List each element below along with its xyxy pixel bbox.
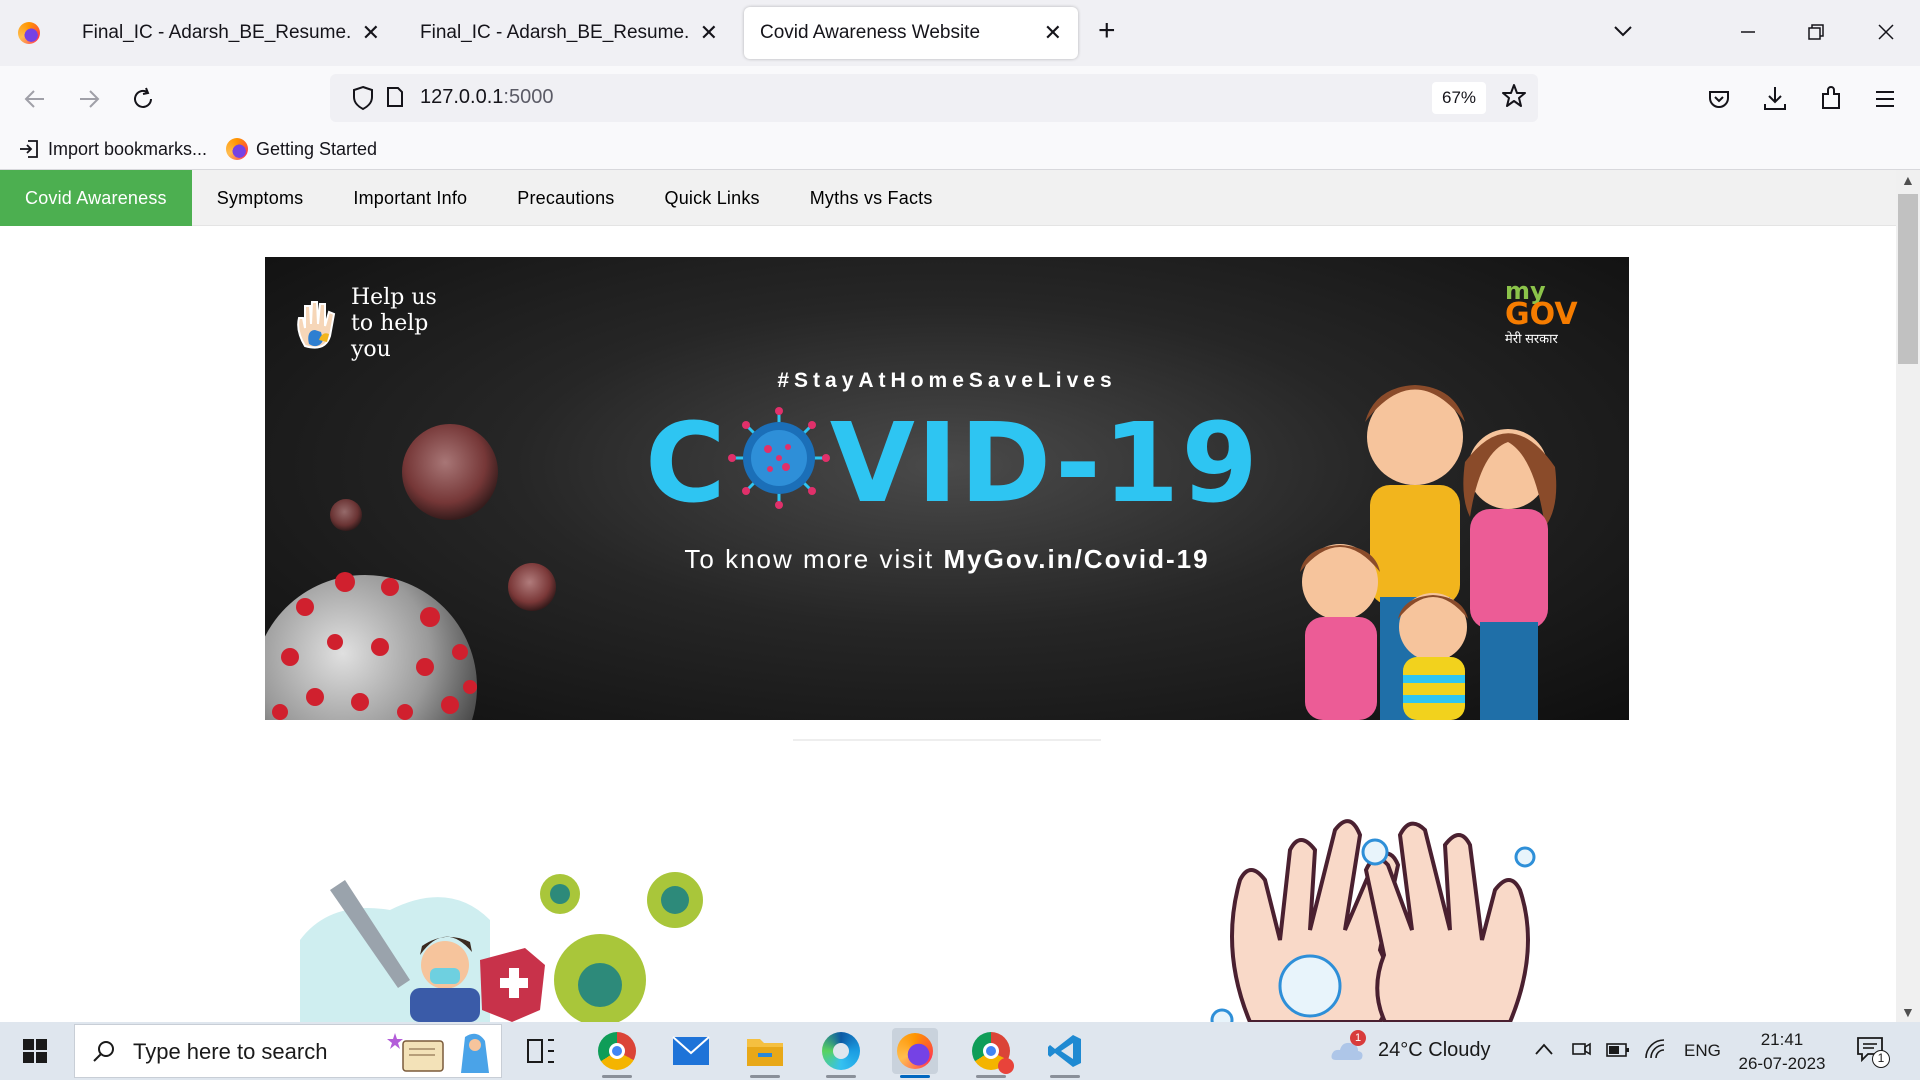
visit-link[interactable]: MyGov.in/Covid-19 xyxy=(943,544,1209,574)
vscode-icon[interactable] xyxy=(1042,1028,1088,1078)
web-page: Covid Awareness Symptoms Important Info … xyxy=(0,170,1896,1022)
bookmarks-toolbar: Import bookmarks... Getting Started xyxy=(0,132,1920,170)
menu-icon[interactable] xyxy=(1872,86,1898,112)
notification-count: 1 xyxy=(1872,1050,1890,1068)
chevron-down-icon[interactable] xyxy=(1612,20,1634,42)
firefox-taskbar-icon[interactable] xyxy=(892,1028,938,1078)
close-icon[interactable]: ✕ xyxy=(362,20,380,46)
language-indicator[interactable]: ENG xyxy=(1684,1041,1721,1061)
back-icon[interactable] xyxy=(22,86,48,112)
covid-title-left: C xyxy=(645,399,728,527)
bookmark-getting-started[interactable]: Getting Started xyxy=(226,138,377,160)
mygov-logo: my GOV मेरी सरकार xyxy=(1505,279,1578,347)
chrome-icon[interactable] xyxy=(594,1028,640,1078)
task-view-icon[interactable] xyxy=(518,1028,564,1074)
forward-icon[interactable] xyxy=(76,86,102,112)
nav-precautions[interactable]: Precautions xyxy=(492,170,639,226)
bookmark-label: Getting Started xyxy=(256,138,378,159)
clock[interactable]: 21:41 26-07-2023 xyxy=(1730,1028,1834,1076)
tab-title: Final_IC - Adarsh_BE_Resume.pdf xyxy=(420,22,688,43)
scroll-thumb[interactable] xyxy=(1898,194,1918,364)
scroll-up-icon[interactable]: ▲ xyxy=(1901,172,1915,188)
bookmark-label: Import bookmarks... xyxy=(48,138,208,159)
covid-title: C VID-19 xyxy=(645,407,1260,518)
mygov-gov: GOV xyxy=(1505,297,1578,332)
clock-time: 21:41 xyxy=(1760,1030,1804,1049)
search-icon xyxy=(93,1041,114,1062)
minimize-icon[interactable] xyxy=(1738,22,1758,42)
close-icon[interactable]: ✕ xyxy=(1044,20,1062,46)
hand-icon xyxy=(297,301,336,349)
tab-resume-1[interactable]: Final_IC - Adarsh_BE_Resume.pdf ✕ xyxy=(66,7,396,59)
virus-icon xyxy=(727,407,830,509)
firefox-icon xyxy=(226,138,248,160)
nav-important-info[interactable]: Important Info xyxy=(328,170,492,226)
wifi-icon[interactable] xyxy=(1644,1038,1666,1060)
edge-icon[interactable] xyxy=(818,1028,864,1078)
section-divider xyxy=(793,739,1101,741)
restore-icon[interactable] xyxy=(1806,22,1826,42)
scroll-down-icon[interactable]: ▼ xyxy=(1901,1004,1915,1020)
fight-virus-illustration xyxy=(300,872,703,1022)
tab-title: Final_IC - Adarsh_BE_Resume.pdf xyxy=(82,22,350,43)
page-info-icon[interactable] xyxy=(386,86,404,108)
help-text: Help us to help you xyxy=(351,285,437,362)
help-us-badge: Help us to help you xyxy=(293,285,461,363)
tab-title: Covid Awareness Website xyxy=(760,22,981,43)
mail-icon[interactable] xyxy=(668,1028,714,1074)
nav-myths-vs-facts[interactable]: Myths vs Facts xyxy=(785,170,958,226)
search-placeholder: Type here to search xyxy=(133,1039,328,1064)
clock-date: 26-07-2023 xyxy=(1738,1054,1826,1073)
bookmark-import[interactable]: Import bookmarks... xyxy=(18,138,207,160)
close-icon[interactable]: ✕ xyxy=(700,20,718,46)
weather-icon[interactable]: 1 xyxy=(1330,1030,1366,1064)
notification-icon[interactable]: 1 xyxy=(1856,1036,1890,1068)
tab-strip: Final_IC - Adarsh_BE_Resume.pdf ✕ Final_… xyxy=(0,0,1920,66)
hashtag-text: #StayAtHomeSaveLives xyxy=(777,369,1117,392)
windows-taskbar: Type here to search 1 24°C Cloudy ENG 21… xyxy=(0,1022,1920,1080)
firefox-menu-icon[interactable] xyxy=(18,22,40,44)
extensions-icon[interactable] xyxy=(1818,84,1844,112)
url-bar[interactable]: 127.0.0.1:5000 67% xyxy=(330,74,1538,122)
nav-quick-links[interactable]: Quick Links xyxy=(640,170,785,226)
tab-covid-awareness[interactable]: Covid Awareness Website ✕ xyxy=(744,7,1078,59)
pocket-icon[interactable] xyxy=(1706,86,1732,112)
nav-covid-awareness[interactable]: Covid Awareness xyxy=(0,170,192,226)
url-host: 127.0.0.1 xyxy=(420,86,504,108)
tab-resume-2[interactable]: Final_IC - Adarsh_BE_Resume.pdf ✕ xyxy=(404,7,734,59)
new-tab-button[interactable]: + xyxy=(1098,16,1116,46)
site-navbar: Covid Awareness Symptoms Important Info … xyxy=(0,170,1896,226)
reload-icon[interactable] xyxy=(130,86,156,112)
import-icon xyxy=(20,140,38,158)
file-explorer-icon[interactable] xyxy=(742,1028,788,1078)
close-window-icon[interactable] xyxy=(1876,22,1896,42)
bookmark-star-icon[interactable] xyxy=(1500,82,1528,110)
page-scrollbar[interactable]: ▲ ▼ xyxy=(1896,170,1920,1022)
handwash-illustration xyxy=(1210,819,1536,1022)
taskbar-search-box[interactable]: Type here to search xyxy=(74,1024,502,1078)
search-highlight-icon xyxy=(387,1033,489,1073)
meet-now-icon[interactable] xyxy=(1570,1038,1592,1062)
visit-text: To know more visit MyGov.in/Covid-19 xyxy=(265,544,1629,575)
covid-banner: Help us to help you my GOV मेरी सरकार #S… xyxy=(265,257,1629,720)
covid-title-right: VID-19 xyxy=(829,399,1260,527)
chevron-up-icon[interactable] xyxy=(1534,1042,1554,1056)
battery-icon[interactable] xyxy=(1606,1040,1630,1060)
url-text[interactable]: 127.0.0.1:5000 xyxy=(420,86,553,109)
windows-start-icon[interactable] xyxy=(22,1038,48,1064)
url-port: :5000 xyxy=(503,86,554,108)
downloads-icon[interactable] xyxy=(1762,84,1788,112)
shield-icon[interactable] xyxy=(352,85,374,111)
weather-text[interactable]: 24°C Cloudy xyxy=(1378,1039,1491,1062)
zoom-level-button[interactable]: 67% xyxy=(1432,82,1487,114)
nav-symptoms[interactable]: Symptoms xyxy=(192,170,329,226)
chrome-profile-icon[interactable] xyxy=(968,1028,1014,1078)
weather-badge: 1 xyxy=(1350,1030,1366,1046)
visit-prefix: To know more visit xyxy=(684,544,944,574)
